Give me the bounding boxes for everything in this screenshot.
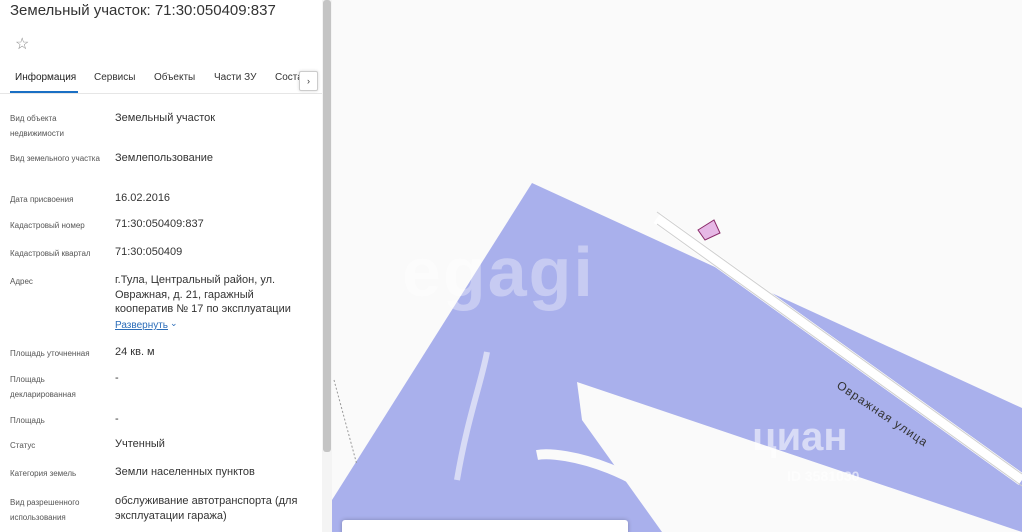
selected-plot[interactable] [697,219,721,241]
panel-scrollbar-thumb[interactable] [323,0,331,452]
value-cadastral-number: 71:30:050409:837 [115,218,204,230]
label-area-specified: Площадь уточненная [10,349,90,358]
label-object-type: Вид объекта недвижимости [10,114,64,138]
tab-parts[interactable]: Части ЗУ [214,72,256,83]
favorite-star-icon[interactable]: ☆ [15,34,29,54]
page-title: Земельный участок: 71:30:050409:837 [10,2,276,19]
tab-objects[interactable]: Объекты [154,72,195,83]
active-tab-indicator [10,91,78,93]
value-cadastral-quarter: 71:30:050409 [115,246,183,258]
value-object-type: Земельный участок [115,112,216,124]
watermark-text: egagi [402,233,595,311]
label-status: Статус [10,441,36,450]
tab-bar: Информация Сервисы Объекты Части ЗУ Сост… [0,66,322,94]
value-address: г.Тула, Центральный район, ул. Овражная,… [115,274,291,315]
label-land-category: Категория земель [10,469,77,478]
value-permitted-use: обслуживание автотранспорта (для эксплуа… [115,495,298,522]
label-parcel-type: Вид земельного участка [10,154,100,163]
value-status: Учтенный [115,438,165,450]
value-assign-date: 16.02.2016 [115,192,171,204]
cian-watermark: циан [752,415,848,459]
label-cadastral-number: Кадастровый номер [10,221,85,230]
label-area: Площадь [10,416,45,425]
label-cadastral-quarter: Кадастровый квартал [10,249,91,258]
label-address: Адрес [10,277,33,286]
tab-info[interactable]: Информация [15,72,76,83]
label-permitted-use: Вид разрешенного использования [10,498,80,522]
value-area-specified: 24 кв. м [115,346,155,358]
tabs-scroll-right-icon[interactable]: › [299,71,318,91]
boundary-dashed-line [333,379,358,466]
map-view[interactable]: egagi Овражная улица циан ID 3581030 [332,0,1022,532]
cian-listing-id: ID 3581030 [787,468,860,484]
value-area-declared: - [115,372,119,384]
value-land-category: Земли населенных пунктов [115,466,255,478]
chevron-down-icon[interactable]: ⌄ [170,318,178,329]
value-parcel-type: Землепользование [115,152,214,164]
value-area: - [115,413,119,425]
tab-services[interactable]: Сервисы [94,72,135,83]
app-root: Земельный участок: 71:30:050409:837 ☆ Ин… [0,0,1022,532]
map-bottom-panel[interactable] [342,520,628,532]
label-area-declared: Площадь декларированная [10,375,76,399]
label-assign-date: Дата присвоения [10,195,74,204]
expand-address-link[interactable]: Развернуть [115,320,168,331]
info-panel: Земельный участок: 71:30:050409:837 ☆ Ин… [0,0,322,532]
